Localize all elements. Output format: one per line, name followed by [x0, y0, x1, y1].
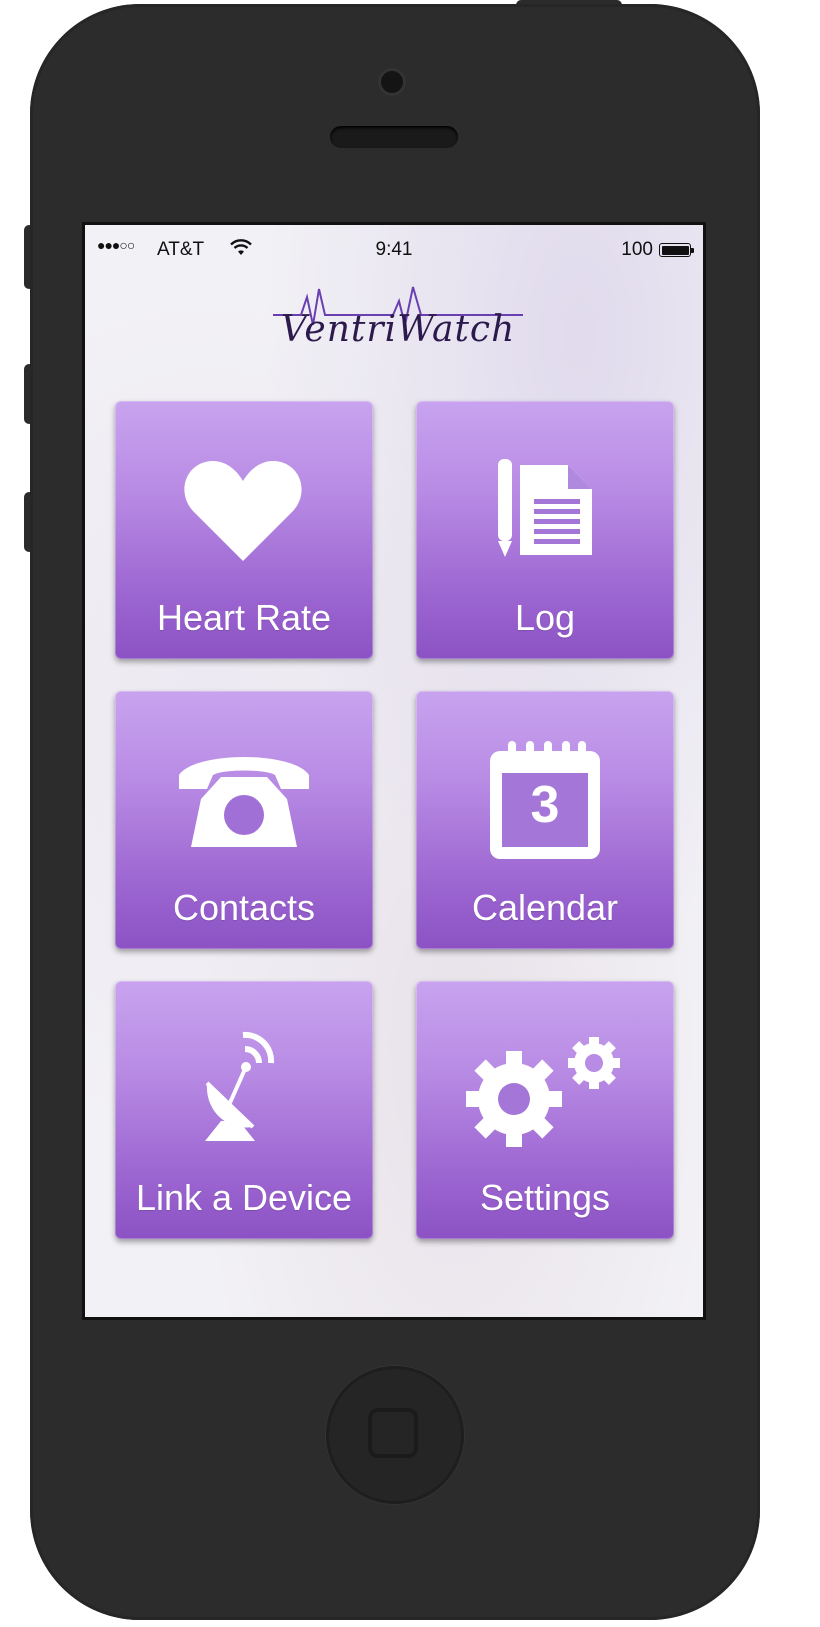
tile-label: Settings: [479, 1177, 611, 1218]
app-logo-text: VentriWatch: [280, 309, 516, 350]
gears-icon: [466, 1037, 620, 1147]
tile-label: Log: [514, 597, 576, 638]
battery-percent: 100: [621, 239, 653, 260]
battery-tip: [691, 248, 694, 253]
tile-label: Calendar: [471, 887, 619, 928]
screen: ●●●○○ AT&T 9:41 100 VentriWatch Heart Ra…: [82, 222, 706, 1320]
tile-log[interactable]: Log: [416, 401, 674, 659]
status-bar: ●●●○○ AT&T 9:41 100: [85, 225, 703, 269]
tile-link-device[interactable]: Link a Device: [115, 981, 373, 1239]
tile-label: Contacts: [172, 887, 316, 928]
front-camera: [378, 68, 406, 96]
heart-icon: [184, 461, 302, 561]
tile-calendar[interactable]: 3 Calendar: [416, 691, 674, 949]
clock: 9:41: [375, 239, 413, 260]
tile-heart-rate[interactable]: Heart Rate: [115, 401, 373, 659]
tile-label: Heart Rate: [156, 597, 332, 638]
satellite-dish-icon: [205, 1031, 275, 1141]
tile-contacts[interactable]: Contacts: [115, 691, 373, 949]
battery-icon: [659, 243, 691, 257]
home-button-square-icon: [368, 1408, 418, 1458]
calendar-day-number: 3: [530, 776, 560, 834]
document-pencil-icon: [498, 459, 592, 557]
earpiece-speaker: [330, 126, 458, 148]
tile-label: Link a Device: [135, 1177, 353, 1218]
app-logo: VentriWatch: [273, 283, 523, 355]
phone-icon: [179, 757, 309, 847]
tile-settings[interactable]: Settings: [416, 981, 674, 1239]
